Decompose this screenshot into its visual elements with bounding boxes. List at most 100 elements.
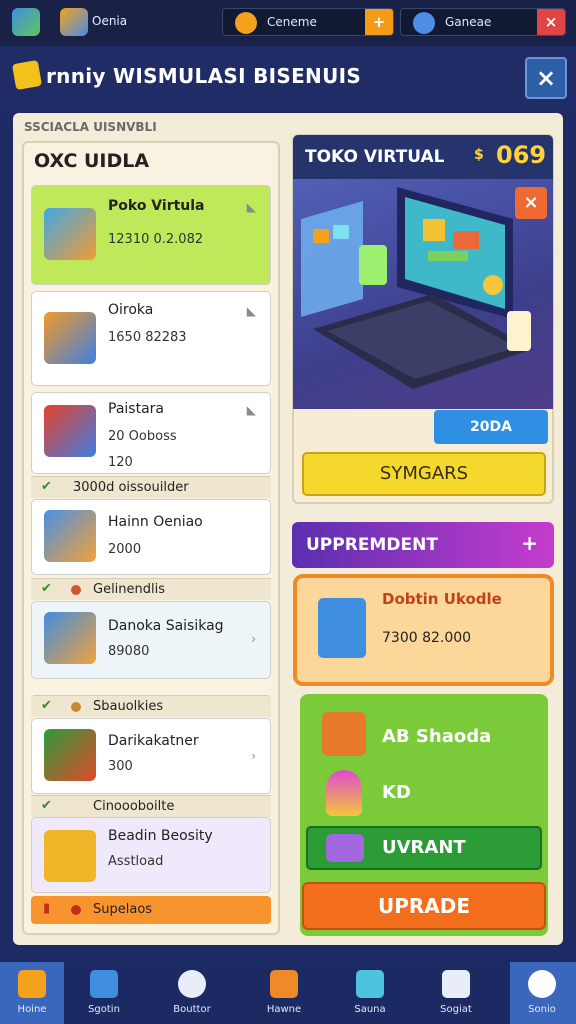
nav-label: Sogiat — [440, 1004, 472, 1015]
business-value: 89080 — [108, 644, 150, 659]
shop-title: TOKO VIRTUAL — [305, 147, 445, 167]
cube-icon[interactable] — [12, 8, 40, 36]
system-top-bar: Oenia Ceneme + Ganeae × — [0, 0, 576, 46]
gear-icon — [528, 970, 556, 998]
business-card[interactable]: Beadin Beosity Asstload — [31, 817, 271, 893]
coin-icon — [235, 12, 257, 34]
category-strip[interactable]: ✔ 3000d oissouilder — [31, 476, 271, 498]
title-row: rnniy WISMULASI BISENUIS — [0, 46, 576, 112]
flame-icon — [71, 702, 81, 712]
screen-tile — [423, 219, 445, 241]
upgrade-button[interactable]: UPRADE — [302, 882, 546, 930]
category-strip[interactable]: ✔ Cinoooboilte — [31, 795, 271, 817]
chip-1-label: Ceneme — [267, 15, 317, 29]
nav-item-shop[interactable]: Sgotin — [72, 962, 136, 1024]
nav-label: Sauna — [354, 1004, 386, 1015]
upgrade-row-label: KD — [382, 782, 411, 803]
business-card[interactable]: Darikakatner 300 › — [31, 718, 271, 794]
nav-label: Hoine — [17, 1004, 47, 1015]
category-strip[interactable]: ✔ Sbauolkies — [31, 695, 271, 717]
close-scene-button[interactable]: × — [515, 187, 547, 219]
app-label: Oenia — [92, 14, 128, 28]
nav-item-register[interactable]: Sogiat — [424, 962, 488, 1024]
corner-arrow-icon: ◣ — [246, 200, 256, 214]
business-card[interactable]: Oiroka 1650 82283 ◣ — [31, 291, 271, 386]
strip-label: Cinoooboilte — [93, 799, 175, 814]
check-icon: ✔ — [41, 698, 52, 713]
close-button[interactable]: × — [525, 57, 567, 99]
add-button[interactable]: + — [365, 9, 393, 35]
flame-icon — [71, 905, 81, 915]
business-value: 12310 0.2.082 — [108, 232, 204, 247]
home-icon — [18, 970, 46, 998]
upgrade-item-value: 7300 82.000 — [382, 630, 472, 646]
upgrade-item-name: Dobtin Ukodle — [382, 590, 502, 608]
resource-chip-2[interactable]: Ganeae × — [400, 8, 566, 36]
buy-button[interactable]: SYMGARS — [302, 452, 546, 496]
close-chip-button[interactable]: × — [537, 9, 565, 35]
wall-panel — [301, 201, 363, 317]
cash-register-icon — [44, 612, 96, 664]
box-icon — [270, 970, 298, 998]
folder-icon — [11, 59, 43, 91]
business-name: Darikakatner — [108, 733, 199, 749]
shop-icon — [90, 970, 118, 998]
business-card[interactable]: Danoka Saisikag 89080 › — [31, 601, 271, 679]
business-value: 20 Ooboss — [108, 429, 177, 444]
nav-label: Bouttor — [173, 1004, 211, 1015]
upgrade-row-label: AB Shaoda — [382, 726, 492, 747]
nav-item-box[interactable]: Hawne — [252, 962, 316, 1024]
nav-item-home[interactable]: Hoine — [0, 962, 64, 1024]
business-value: Asstload — [108, 854, 164, 869]
business-extra: 120 — [108, 455, 133, 470]
panel-chart — [313, 229, 329, 243]
crate-icon — [322, 712, 366, 756]
box-icon — [44, 405, 96, 457]
keyboard-keys — [327, 301, 517, 379]
books-icon — [44, 208, 96, 260]
upgrade-bar-label: UPPREMDENT — [306, 535, 438, 555]
store-icon — [44, 510, 96, 562]
nav-item-phone[interactable]: Bouttor — [160, 962, 224, 1024]
upgrade-bar[interactable]: UPPREMDENT + — [292, 522, 554, 568]
unlock-button[interactable]: UVRANT — [306, 826, 542, 870]
strip-label: Gelinendlis — [93, 582, 166, 597]
nav-label: Sonio — [528, 1004, 556, 1015]
category-strip[interactable]: ✔ Gelinendlis — [31, 578, 271, 600]
apps-icon[interactable] — [60, 8, 88, 36]
business-card[interactable]: Paistara 20 Ooboss 120 ◣ — [31, 392, 271, 474]
flame-icon — [71, 585, 81, 595]
business-name: Paistara — [108, 401, 164, 417]
strip-label: 3000d oissouilder — [73, 480, 189, 495]
business-name: Poko Virtula — [108, 198, 205, 214]
nav-item-settings[interactable]: Sonio — [510, 962, 576, 1024]
sparkle-icon: + — [521, 531, 538, 555]
strip-label: Supelaos — [93, 902, 153, 917]
coin-symbol: $ — [474, 147, 484, 163]
nav-item-ticket[interactable]: Sauna — [338, 962, 402, 1024]
check-icon: ✔ — [41, 581, 52, 596]
business-card[interactable]: Hainn Oeniao 2000 — [31, 499, 271, 575]
corner-arrow-icon: ◣ — [246, 403, 256, 417]
bag-icon — [44, 729, 96, 781]
page-title: rnniy WISMULASI BISENUIS — [46, 64, 362, 88]
gear-icon — [483, 275, 503, 295]
resource-chip-1[interactable]: Ceneme + — [222, 8, 394, 36]
chevron-right-icon: › — [251, 632, 256, 646]
globe-icon — [413, 12, 435, 34]
business-name: Danoka Saisikag — [108, 618, 224, 634]
office-illustration — [301, 187, 533, 389]
business-card[interactable]: Poko Virtula 12310 0.2.082 ◣ — [31, 185, 271, 285]
price-tag[interactable]: 20DA — [434, 410, 548, 444]
business-value: 1650 82283 — [108, 330, 187, 345]
ticket-icon — [356, 970, 384, 998]
nav-label: Hawne — [266, 1004, 302, 1015]
register-icon — [442, 970, 470, 998]
category-strip[interactable]: ▮ Supelaos — [31, 896, 271, 924]
binders-icon — [44, 312, 96, 364]
strip-label: Sbauolkies — [93, 699, 164, 714]
bookmark-icon: ▮ — [43, 901, 51, 916]
coin-amount: 069 — [496, 141, 547, 169]
nav-label: Sgotin — [88, 1004, 120, 1015]
check-icon: ✔ — [41, 479, 52, 494]
